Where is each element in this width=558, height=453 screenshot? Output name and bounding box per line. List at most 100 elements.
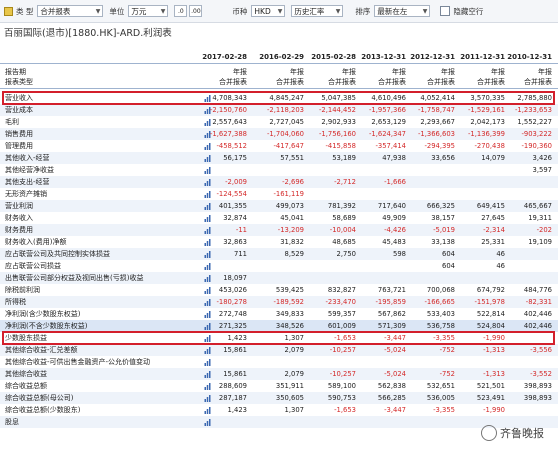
bar-chart-icon[interactable] [204,262,211,270]
table-cell: -3,447 [384,406,406,414]
table-cell: -82,331 [525,298,552,306]
table-cell: -151,978 [474,298,505,306]
table-cell: 18,097 [223,274,247,282]
watermark-logo-icon [481,425,497,441]
table-row[interactable]: 出售联营公司部分权益及视同出售(亏损)收益 18,097 [0,272,558,284]
table-cell: 398,893 [523,382,552,390]
row-label: 营业成本 [5,106,33,114]
currency-select[interactable]: HKD ▼ [251,5,286,17]
unit-label: 单位 [109,6,125,16]
table-cell: -2,314 [483,226,505,234]
header-cell: 年报 [290,68,304,76]
table-cell: -124,554 [216,190,247,198]
table-cell: -11 [235,226,247,234]
table-row[interactable]: 其他支出-经营 -2,009 -2,696 -2,712 -1,666 [0,176,558,188]
header-row: 报表类型 合并报表 合并报表 合并报表 合并报表 合并报表 合并报表 合并报表 [0,77,558,87]
table-cell: 453,026 [218,286,247,294]
header-cell: 2015-02-28 [311,53,356,61]
table-cell: -1,756,160 [318,130,356,138]
table-row[interactable]: 其他综合收益-汇兑差额 15,861 2,079 -10,257 -5,024 -752 -… [0,344,558,356]
header-row-label: 报告期 [5,68,26,76]
table-cell: 8,529 [284,250,304,258]
decimal-increase-button[interactable]: .0 [174,5,188,17]
table-cell: -4,426 [384,226,406,234]
table-row[interactable]: 股息 [0,416,558,428]
rate-select[interactable]: 历史汇率 ▼ [291,5,344,17]
header-cell: 年报 [538,68,552,76]
sort-select[interactable]: 最新在左 ▼ [374,5,431,17]
table-cell: 48,685 [332,238,356,246]
table-row[interactable]: 其他综合收益 15,861 2,079 -10,257 -5,024 -752 -1,313… [0,368,558,380]
table-cell: -2,150,760 [209,106,247,114]
table-row[interactable]: 除税前利润 453,026 539,425 832,827 763,721 700,068… [0,284,558,296]
table-row[interactable]: 管理费用 -458,512 -417,647 -415,858 -357,414 -294… [0,140,558,152]
table-row[interactable]: 营业利润 401,355 499,073 781,392 717,640 666,325 6… [0,200,558,212]
bar-chart-icon[interactable] [204,418,211,426]
table-row[interactable]: 财务收入(费用)净额 32,863 31,832 48,685 45,483 33,138… [0,236,558,248]
table-row[interactable]: 综合收益总额(母公司) 287,187 350,605 590,753 566,285 5… [0,392,558,404]
row-label: 管理费用 [5,142,33,150]
table-cell: 2,079 [284,370,304,378]
table-row[interactable]: 其他经营净收益 3,597 [0,164,558,176]
hide-empty-checkbox[interactable] [440,6,451,16]
bar-chart-icon[interactable] [204,166,211,174]
table-row[interactable]: 无形资产摊销 -124,554 -161,119 [0,188,558,200]
table-cell: 19,311 [528,214,552,222]
table-row[interactable]: 其他收入-经营 56,175 57,551 53,189 47,938 33,656 14,… [0,152,558,164]
table-cell: -357,414 [375,142,406,150]
rate-select-value: 历史汇率 [294,6,325,16]
table-row[interactable]: 净利润(含少数股东权益) 272,748 349,833 599,357 567,862… [0,308,558,320]
table-row[interactable]: 其他综合收益-可供出售金融资产-公允价值变动 [0,356,558,368]
table-row[interactable]: 财务费用 -11 -13,209 -10,004 -4,426 -5,019 -2,314 -… [0,224,558,236]
table-cell: -10,257 [329,370,356,378]
table-cell: -233,470 [325,298,356,306]
table-cell: -417,647 [273,142,304,150]
currency-label: 币种 [232,6,248,16]
decimal-decrease-button[interactable]: .00 [189,5,203,17]
table-cell: -195,859 [375,298,406,306]
bar-chart-icon[interactable] [204,358,211,366]
header-cell: 2017-02-28 [202,53,247,61]
row-label: 其他收入-经营 [5,154,50,162]
table-cell: -2,696 [282,178,304,186]
table-row[interactable]: 综合收益总额(少数股东) 1,423 1,307 -1,653 -3,447 -3,355… [0,404,558,416]
type-select[interactable]: 合并报表 ▼ [37,5,104,17]
header-cell: 合并报表 [477,78,505,86]
table-cell: 3,597 [532,166,552,174]
table-row[interactable]: 销售费用 -1,627,388 -1,704,060 -1,756,160 -1,624… [0,128,558,140]
table-cell: 288,609 [218,382,247,390]
table-row[interactable]: 综合收益总额 288,609 351,911 589,100 562,838 532,65… [0,380,558,392]
header-cell: 2011-12-31 [460,53,505,61]
table-row[interactable]: 应占联营公司及共同控制实体损益 711 8,529 2,750 598 604 46 [0,248,558,260]
table-row[interactable]: 毛利 2,557,643 2,727,045 2,902,933 2,653,129 2,… [0,116,558,128]
row-label: 综合收益总额(少数股东) [5,406,81,414]
table-cell: -189,592 [273,298,304,306]
hide-empty-label: 隐藏空行 [453,6,484,16]
table-cell: 717,640 [377,202,406,210]
table-row[interactable]: 应占联营公司损益 604 46 [0,260,558,272]
unit-select[interactable]: 万元 ▼ [128,5,169,17]
header-divider [0,88,558,89]
table-cell: 32,863 [223,238,247,246]
table-cell: -166,665 [424,298,455,306]
table-cell: 349,833 [275,310,304,318]
chevron-down-icon: ▼ [277,7,283,15]
table-cell: -1,136,399 [467,130,505,138]
table-cell: -1,366,603 [417,130,455,138]
table-row[interactable]: 所得税 -180,278 -189,592 -233,470 -195,859 -166,… [0,296,558,308]
table-cell: 2,750 [336,250,356,258]
header-row: 2017-02-28 2016-02-29 2015-02-28 2013-12-31… [0,52,558,62]
table-cell: 53,189 [332,154,356,162]
report-type-icon [4,6,13,16]
table-cell: 832,827 [327,286,356,294]
header-cell: 合并报表 [219,78,247,86]
table-cell: 499,073 [275,202,304,210]
table-row[interactable]: 营业成本 -2,150,760 -2,118,203 -2,144,452 -1,957… [0,104,558,116]
table-row[interactable]: 财务收入 32,874 45,041 58,689 49,909 38,157 27,645… [0,212,558,224]
table-cell: -2,144,452 [318,106,356,114]
table-cell: 14,079 [481,154,505,162]
table-cell: -752 [439,370,455,378]
table-cell: 711 [234,250,247,258]
table-cell: -190,360 [521,142,552,150]
table-cell: 465,667 [523,202,552,210]
